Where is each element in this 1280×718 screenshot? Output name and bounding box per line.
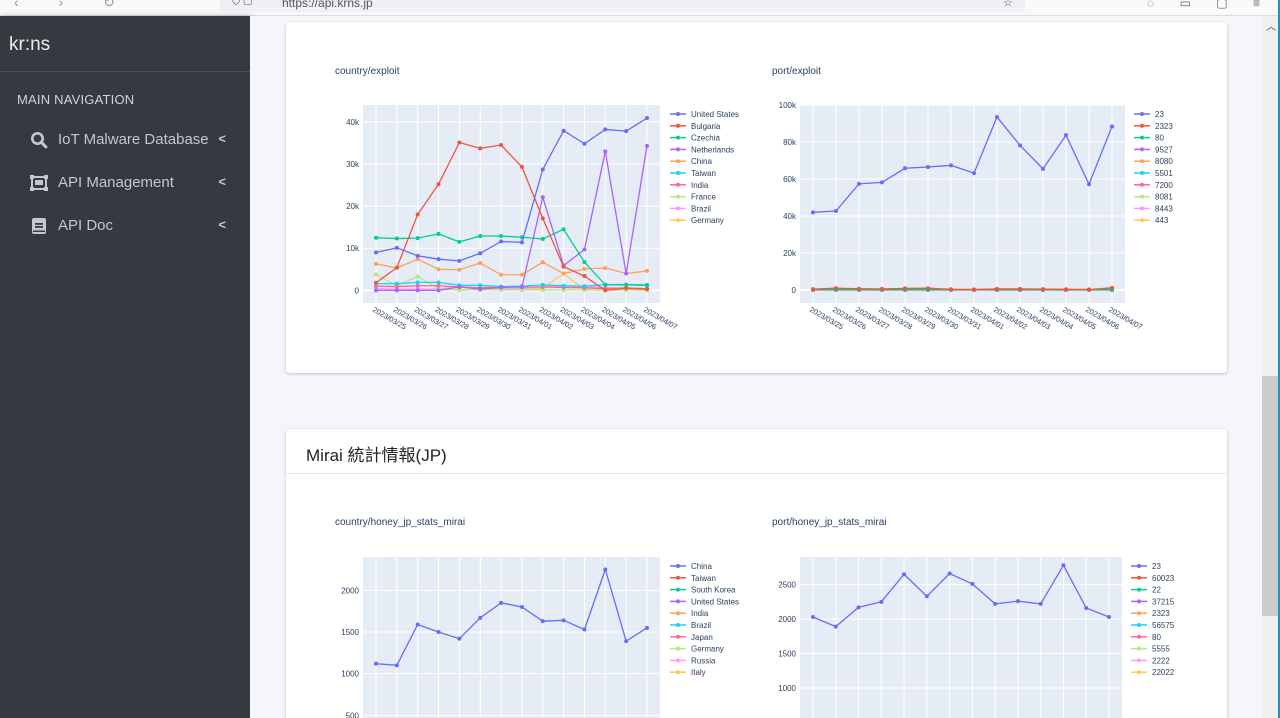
- book-icon: [30, 217, 48, 235]
- api-icon: [30, 174, 48, 192]
- sidebar-item-label: API Management: [58, 174, 174, 191]
- chart-title: port/honey_jp_stats_mirai: [772, 517, 887, 528]
- card-title: Mirai 統計情報(JP): [286, 429, 1227, 474]
- sidebar-item-iot-malware-database[interactable]: IoT Malware Database <: [0, 118, 250, 161]
- nav-header: MAIN NAVIGATION: [17, 92, 135, 107]
- browser-tools: ◌ ▭ ▢ ≡: [1125, 0, 1260, 10]
- chevron-left-icon: <: [218, 217, 226, 232]
- main-content: country/exploit port/exploit Mirai 統計情報(…: [250, 16, 1262, 718]
- browser-toolbar: ‹ › ↻ ⛉ ▢ https://api.krns.jp ☆ ◌ ▭ ▢ ≡: [0, 0, 1280, 16]
- address-bar[interactable]: ⛉ ▢ https://api.krns.jp ☆: [220, 0, 1025, 12]
- address-bar-url[interactable]: https://api.krns.jp: [282, 0, 373, 10]
- chevron-left-icon: <: [218, 131, 226, 146]
- lock-icon: ⛉ ▢: [232, 0, 253, 8]
- chart-title: port/exploit: [772, 66, 821, 77]
- exploit-stats-card: country/exploit port/exploit: [286, 22, 1227, 373]
- chart-title: country/honey_jp_stats_mirai: [335, 517, 466, 528]
- browser-nav-buttons[interactable]: ‹ › ↻: [14, 0, 133, 11]
- chart-title: country/exploit: [335, 66, 400, 77]
- sidebar: kr:ns MAIN NAVIGATION IoT Malware Databa…: [0, 16, 250, 718]
- mirai-stats-card: Mirai 統計情報(JP) country/honey_jp_stats_mi…: [286, 429, 1227, 718]
- chevron-left-icon: <: [218, 174, 226, 189]
- sidebar-item-label: IoT Malware Database: [58, 131, 209, 148]
- sidebar-item-api-doc[interactable]: API Doc <: [0, 204, 250, 247]
- sidebar-item-label: API Doc: [58, 217, 114, 234]
- sidebar-item-api-management[interactable]: API Management <: [0, 161, 250, 204]
- brand-logo[interactable]: kr:ns: [0, 16, 250, 72]
- menu-icon[interactable]: ≡: [1253, 0, 1260, 10]
- bookmark-star-icon[interactable]: ☆: [1003, 0, 1013, 9]
- extensions-icon[interactable]: ▢: [1216, 0, 1227, 10]
- scroll-up-arrow-icon[interactable]: ︿: [1266, 18, 1276, 33]
- account-icon[interactable]: ▭: [1180, 0, 1191, 10]
- search-icon: [30, 131, 48, 149]
- shield-icon[interactable]: ◌: [1147, 0, 1154, 10]
